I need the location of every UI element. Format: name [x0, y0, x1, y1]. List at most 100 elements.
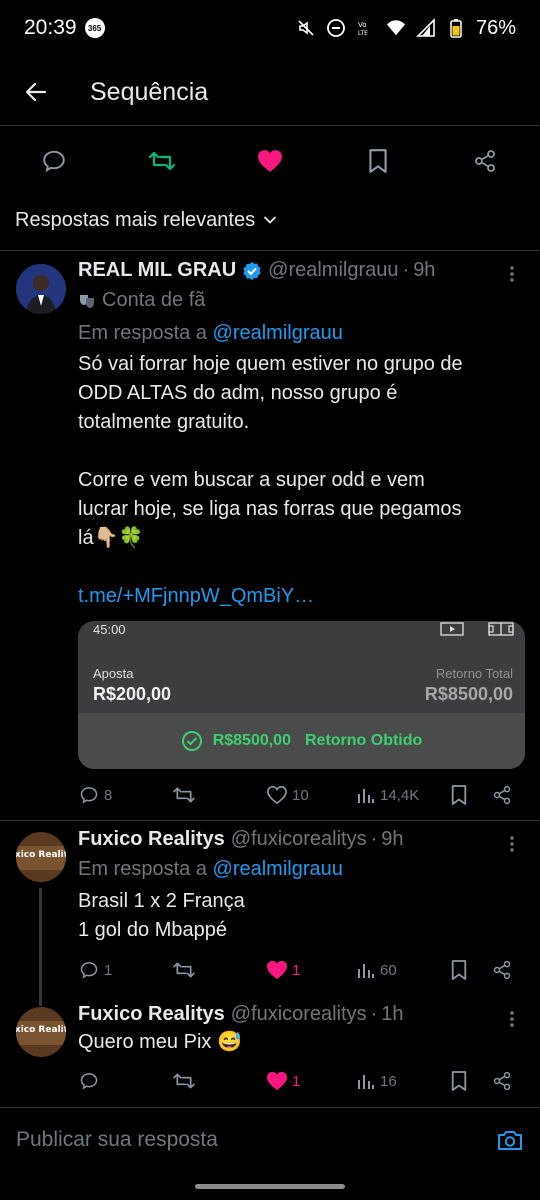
engagement-bar: 1 16 — [78, 1066, 524, 1096]
mention-link[interactable]: @realmilgrauu — [213, 322, 343, 344]
display-name[interactable]: Fuxico Realitys — [78, 828, 225, 851]
more-options-button[interactable] — [500, 262, 524, 286]
bet-label: Aposta — [93, 666, 134, 681]
retweet-icon — [173, 962, 195, 978]
fan-account-label: Conta de fã — [78, 286, 524, 315]
bookmark-button[interactable] — [450, 1066, 468, 1096]
retweet-count-button[interactable] — [172, 955, 200, 985]
external-link[interactable]: t.me/+MFjnnpW_QmBiY… — [78, 582, 524, 611]
retweet-button[interactable] — [139, 138, 185, 184]
dnd-icon — [326, 18, 346, 38]
tweet-header: Fuxico Realitys @fuxicorealitys · 1h — [78, 1003, 404, 1026]
tweet-header: REAL MIL GRAU @realmilgrauu · 9h — [78, 259, 435, 282]
dot-separator: · — [370, 1003, 378, 1025]
engagement-bar: 8 10 14,4K — [78, 780, 524, 810]
bookmark-icon — [369, 149, 387, 173]
mention-link[interactable]: @realmilgrauu — [213, 858, 343, 880]
page-title: Sequência — [90, 77, 209, 106]
share-button[interactable] — [492, 780, 512, 810]
reply-count-button[interactable]: 1 — [78, 955, 112, 985]
avatar[interactable]: Fuxico Realitys — [16, 832, 66, 882]
like-button[interactable] — [247, 138, 293, 184]
sort-label: Respostas mais relevantes — [15, 208, 256, 231]
sort-dropdown[interactable]: Respostas mais relevantes — [15, 204, 277, 236]
user-handle[interactable]: @fuxicorealitys — [231, 1003, 367, 1026]
reply-context: Em resposta a @realmilgrauu — [78, 322, 343, 344]
display-name[interactable]: Fuxico Realitys — [78, 1003, 225, 1026]
share-button[interactable] — [462, 138, 508, 184]
signal-icon — [416, 18, 436, 38]
return-label: Retorno Total — [435, 666, 513, 681]
arrow-left-icon — [25, 82, 47, 102]
retweet-count-button[interactable] — [172, 780, 200, 810]
share-icon — [493, 960, 511, 980]
status-bar: 20:39 365 Vo LTE 76% — [0, 0, 540, 56]
check-circle-icon — [181, 731, 202, 751]
avatar-text: Fuxico Realitys — [16, 1025, 66, 1035]
app-badge-icon: 365 — [84, 18, 105, 38]
avatar[interactable] — [16, 264, 66, 314]
reply-icon — [80, 787, 98, 804]
tweet-text: Brasil 1 x 2 França 1 gol do Mbappé — [78, 890, 245, 941]
camera-button[interactable] — [496, 1126, 524, 1154]
tweet-text: Só vai forrar hoje quem estiver no grupo… — [78, 350, 524, 611]
reply-icon — [80, 962, 98, 979]
reply-count-button[interactable] — [78, 1066, 104, 1096]
camera-icon — [498, 1131, 522, 1150]
home-indicator[interactable] — [195, 1184, 345, 1189]
display-name[interactable]: REAL MIL GRAU — [78, 259, 236, 282]
tweet-action-bar — [0, 138, 540, 184]
views-count-button[interactable]: 16 — [356, 1066, 397, 1096]
retweet-count-button[interactable] — [172, 1066, 200, 1096]
bet-screenshot-image[interactable]: 45:00 Aposta R$200,00 Retorno Total R$85… — [78, 621, 525, 769]
bookmark-button[interactable] — [355, 138, 401, 184]
bookmark-button[interactable] — [450, 955, 468, 985]
share-button[interactable] — [492, 1066, 512, 1096]
more-icon — [510, 836, 514, 852]
like-count-button[interactable]: 10 — [266, 780, 309, 810]
user-handle[interactable]: @fuxicorealitys — [231, 828, 367, 851]
verified-icon — [243, 261, 261, 280]
bookmark-button[interactable] — [450, 780, 468, 810]
header-divider — [0, 125, 540, 126]
status-time: 20:39 — [24, 16, 77, 39]
more-icon — [510, 1011, 514, 1027]
reply-composer[interactable]: Publicar sua resposta — [0, 1107, 540, 1173]
reply-context: Em resposta a @realmilgrauu — [78, 858, 343, 880]
like-count-button[interactable]: 1 — [266, 1066, 300, 1096]
tweet-text: Quero meu Pix 😅 — [78, 1031, 242, 1053]
bookmark-icon — [451, 785, 467, 805]
user-handle[interactable]: @realmilgrauu — [268, 259, 398, 282]
match-time: 45:00 — [93, 622, 126, 637]
reply-input[interactable]: Publicar sua resposta — [16, 1128, 218, 1152]
masks-icon — [80, 294, 94, 308]
views-icon — [358, 964, 374, 978]
svg-text:LTE: LTE — [358, 30, 368, 37]
views-count-button[interactable]: 14,4K — [356, 780, 419, 810]
chevron-down-icon — [264, 216, 277, 224]
share-button[interactable] — [492, 955, 512, 985]
dot-separator: · — [402, 259, 410, 281]
reply-button[interactable] — [31, 138, 77, 184]
tweet-time: 9h — [381, 828, 404, 850]
dot-separator: · — [370, 828, 378, 850]
like-count-button[interactable]: 1 — [266, 955, 300, 985]
views-icon — [358, 789, 374, 803]
like-icon — [267, 1071, 287, 1091]
top-app-bar: Sequência — [0, 60, 540, 124]
bet-amount: R$200,00 — [93, 684, 172, 704]
reply-count-button[interactable]: 8 — [78, 780, 112, 810]
result-bar: R$8500,00 Retorno Obtido — [78, 713, 525, 769]
back-button[interactable] — [14, 70, 58, 114]
more-options-button[interactable] — [500, 832, 524, 856]
reply-icon — [80, 1073, 98, 1090]
like-icon — [258, 150, 282, 172]
views-count-button[interactable]: 60 — [356, 955, 397, 985]
heart-outline-icon — [267, 785, 287, 805]
avatar[interactable]: Fuxico Realitys — [16, 1007, 66, 1057]
bookmark-icon — [451, 1071, 467, 1091]
tweet-time: 9h — [413, 259, 436, 281]
share-icon — [475, 150, 495, 172]
tweet-time: 1h — [381, 1003, 404, 1025]
share-icon — [493, 785, 511, 805]
